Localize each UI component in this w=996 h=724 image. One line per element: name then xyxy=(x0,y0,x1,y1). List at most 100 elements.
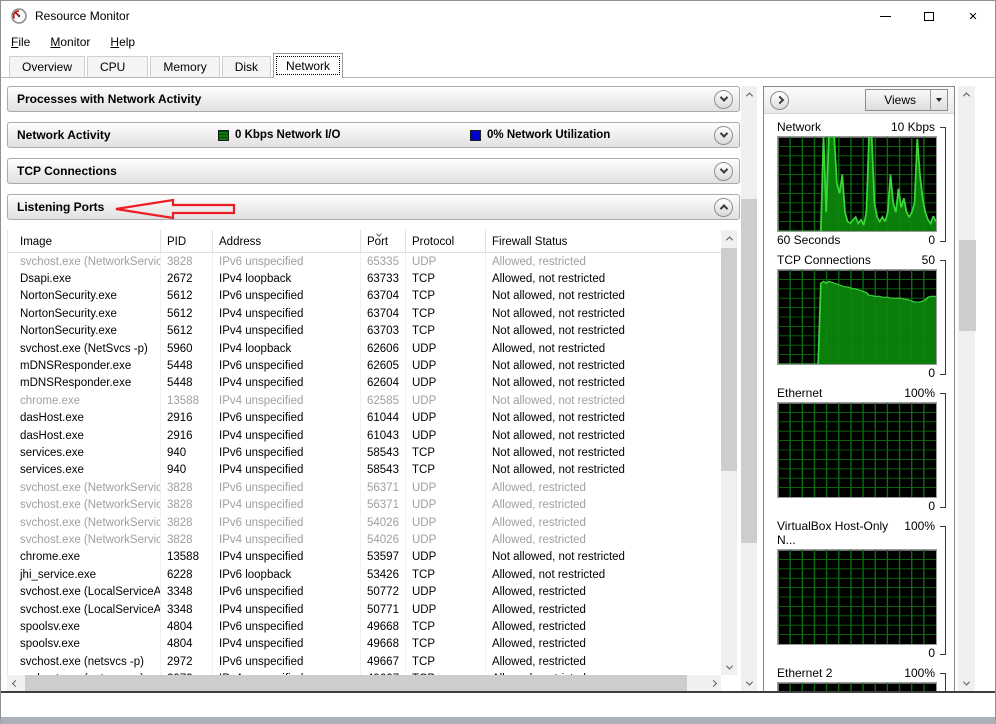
scroll-thumb[interactable] xyxy=(958,239,976,332)
cell-address: IPv4 unspecified xyxy=(213,461,361,480)
views-button[interactable]: Views xyxy=(865,89,948,111)
cell-port: 49667 xyxy=(361,652,406,671)
table-vertical-scrollbar[interactable] xyxy=(721,230,737,675)
cell-image: svchost.exe (LocalServiceAn... xyxy=(8,583,161,601)
table-row[interactable]: mDNSResponder.exe 5448 IPv4 unspecified … xyxy=(8,374,721,393)
cell-address: IPv6 unspecified xyxy=(213,287,361,306)
cell-protocol: UDP xyxy=(406,583,486,601)
cell-port: 56371 xyxy=(361,496,406,514)
menu-help[interactable]: Help xyxy=(110,35,135,49)
table-row[interactable]: svchost.exe (NetworkServic... 3828 IPv4 … xyxy=(8,531,721,549)
column-header-image[interactable]: Image xyxy=(8,230,161,252)
table-row[interactable]: NortonSecurity.exe 5612 IPv4 unspecified… xyxy=(8,322,721,340)
scroll-down-button[interactable] xyxy=(959,675,975,691)
section-tcp-connections[interactable]: TCP Connections xyxy=(7,158,740,184)
tab-disk[interactable]: Disk xyxy=(221,56,272,77)
table-row[interactable]: svchost.exe (NetSvcs -p) 5960 IPv4 loopb… xyxy=(8,339,721,358)
scroll-right-button[interactable] xyxy=(705,675,721,691)
scroll-track[interactable] xyxy=(23,675,705,691)
tab-overview[interactable]: Overview xyxy=(9,56,86,77)
table-row[interactable]: mDNSResponder.exe 5448 IPv6 unspecified … xyxy=(8,357,721,375)
views-dropdown-button[interactable] xyxy=(930,90,947,110)
table-row[interactable]: services.exe 940 IPv4 unspecified 58543 … xyxy=(8,461,721,480)
table-row[interactable]: svchost.exe (LocalServiceAn... 3348 IPv4… xyxy=(8,600,721,619)
menu-monitor[interactable]: Monitor xyxy=(50,35,90,49)
cell-port: 61044 xyxy=(361,409,406,427)
cell-image: services.exe xyxy=(8,461,161,480)
cell-firewall: Allowed, restricted xyxy=(492,586,586,599)
tab-cpu[interactable]: CPU xyxy=(87,56,149,77)
minimize-button[interactable] xyxy=(863,1,907,31)
chevron-down-icon xyxy=(962,678,971,686)
chevron-down-icon xyxy=(719,165,728,174)
cell-image: jhi_service.exe xyxy=(8,566,161,584)
cell-pid: 2916 xyxy=(161,409,213,427)
table-row[interactable]: services.exe 940 IPv6 unspecified 58543 … xyxy=(8,444,721,462)
cell-address: IPv6 unspecified xyxy=(213,513,361,532)
scroll-thumb[interactable] xyxy=(25,675,687,691)
cell-image: svchost.exe (netsvcs -p) xyxy=(8,652,161,671)
table-row[interactable]: chrome.exe 13588 IPv4 unspecified 53597 … xyxy=(8,548,721,567)
column-header-protocol[interactable]: Protocol xyxy=(406,230,486,252)
column-header-address[interactable]: Address xyxy=(213,230,361,252)
column-header-port[interactable]: Port xyxy=(361,230,406,252)
scroll-track[interactable] xyxy=(741,102,757,675)
cell-pid: 5960 xyxy=(161,339,213,358)
scroll-thumb[interactable] xyxy=(741,199,757,544)
column-header-pid[interactable]: PID xyxy=(161,230,213,252)
table-row[interactable]: Dsapi.exe 2672 IPv4 loopback 63733 TCP A… xyxy=(8,270,721,288)
table-row[interactable]: chrome.exe 13588 IPv4 unspecified 62585 … xyxy=(8,392,721,410)
cell-pid: 3828 xyxy=(161,513,213,532)
close-button[interactable]: × xyxy=(951,1,995,31)
expand-button[interactable] xyxy=(714,89,733,109)
scroll-up-button[interactable] xyxy=(721,230,737,246)
graph-title: Network xyxy=(777,120,822,134)
table-row[interactable]: spoolsv.exe 4804 IPv4 unspecified 49668 … xyxy=(8,635,721,653)
table-row[interactable]: svchost.exe (netsvcs -p) 2972 IPv6 unspe… xyxy=(8,652,721,671)
table-row[interactable]: jhi_service.exe 6228 IPv6 loopback 53426… xyxy=(8,566,721,584)
cell-port: 49668 xyxy=(361,618,406,636)
collapse-button[interactable] xyxy=(714,197,733,217)
table-row[interactable]: svchost.exe (NetworkServic... 3828 IPv4 … xyxy=(8,496,721,514)
section-network-activity[interactable]: Network Activity 0 Kbps Network I/O 0% N… xyxy=(7,122,740,148)
scroll-track[interactable] xyxy=(958,102,976,675)
table-row[interactable]: svchost.exe (NetworkServic... 3828 IPv6 … xyxy=(8,253,721,271)
table-row[interactable]: dasHost.exe 2916 IPv6 unspecified 61044 … xyxy=(8,409,721,427)
cell-firewall: Allowed, restricted xyxy=(492,499,586,512)
scroll-track[interactable] xyxy=(721,246,737,659)
tab-memory[interactable]: Memory xyxy=(150,56,220,77)
cell-pid: 3348 xyxy=(161,583,213,601)
table-horizontal-scrollbar[interactable] xyxy=(7,675,721,691)
scroll-up-button[interactable] xyxy=(741,86,757,102)
pane-vertical-scrollbar[interactable] xyxy=(741,86,757,691)
table-row[interactable]: dasHost.exe 2916 IPv4 unspecified 61043 … xyxy=(8,426,721,445)
table-row[interactable]: svchost.exe (NetworkServic... 3828 IPv6 … xyxy=(8,479,721,497)
scroll-left-button[interactable] xyxy=(7,675,23,691)
table-row[interactable]: svchost.exe (NetworkServic... 3828 IPv6 … xyxy=(8,513,721,532)
cell-protocol: TCP xyxy=(406,618,486,636)
table-row[interactable]: NortonSecurity.exe 5612 IPv4 unspecified… xyxy=(8,305,721,323)
scroll-down-button[interactable] xyxy=(741,675,757,691)
table-row[interactable]: spoolsv.exe 4804 IPv6 unspecified 49668 … xyxy=(8,618,721,636)
sidebar-vertical-scrollbar[interactable] xyxy=(958,86,976,691)
cell-image: svchost.exe (NetworkServic... xyxy=(8,496,161,514)
expand-button[interactable] xyxy=(714,125,733,145)
expand-button[interactable] xyxy=(714,161,733,181)
scroll-thumb[interactable] xyxy=(721,248,737,472)
tab-network[interactable]: Network xyxy=(273,53,344,78)
table-row[interactable]: svchost.exe (LocalServiceAn... 3348 IPv6… xyxy=(8,583,721,601)
scroll-up-button[interactable] xyxy=(959,86,975,102)
section-listening-ports[interactable]: Listening Ports xyxy=(7,194,740,220)
title-bar: Resource Monitor × xyxy=(1,1,995,31)
section-processes-with-network-activity[interactable]: Processes with Network Activity xyxy=(7,86,740,112)
collapse-sidebar-button[interactable] xyxy=(770,90,789,110)
graph-scale-top: 10 Kbps xyxy=(890,120,935,134)
scroll-down-button[interactable] xyxy=(721,659,737,675)
graph-scale-bottom: 0 xyxy=(928,646,935,660)
cell-image: services.exe xyxy=(8,444,161,462)
maximize-button[interactable] xyxy=(907,1,951,31)
cell-firewall: Not allowed, not restricted xyxy=(492,429,625,442)
menu-file[interactable]: File xyxy=(11,35,30,49)
column-header-firewall-status[interactable]: Firewall Status xyxy=(486,230,721,252)
table-row[interactable]: NortonSecurity.exe 5612 IPv6 unspecified… xyxy=(8,287,721,306)
